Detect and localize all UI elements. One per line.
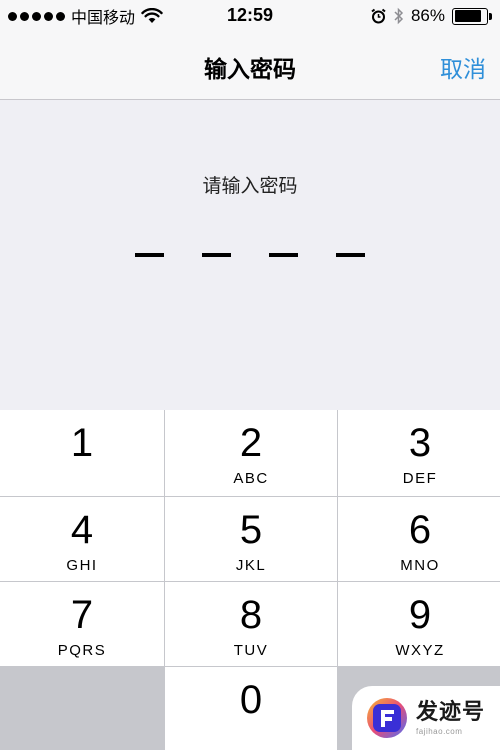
key-2[interactable]: 2 ABC [165,410,337,496]
key-digit: 3 [408,421,432,465]
watermark-subtext: fajihao.com [416,726,463,736]
passcode-slot [269,253,298,257]
key-digit: 5 [239,508,263,552]
passcode-slot [202,253,231,257]
key-0[interactable]: 0 [165,667,337,750]
battery-icon [452,7,492,25]
passcode-slots [0,253,500,257]
key-letters: GHI [66,557,98,574]
page-title: 输入密码 [204,57,296,83]
keypad-blank [0,667,164,750]
key-digit: 2 [239,421,263,465]
passcode-slot [135,253,164,257]
key-4[interactable]: 4 GHI [0,497,164,581]
key-digit: 0 [239,678,263,722]
cancel-button[interactable]: 取消 [440,50,486,84]
passcode-area: 请输入密码 [0,101,500,410]
battery-fill [454,10,482,22]
key-7[interactable]: 7 PQRS [0,582,164,666]
key-3[interactable]: 3 DEF [338,410,500,496]
alarm-icon [371,8,386,24]
passcode-prompt: 请输入密码 [202,175,298,197]
key-8[interactable]: 8 TUV [165,582,337,666]
key-digit: 8 [239,593,263,637]
watermark: 发迹号 fajihao.com [352,686,500,750]
key-letters: JKL [235,557,267,574]
key-letters: ABC [233,470,269,487]
key-digit: 4 [70,508,94,552]
nav-bar: 输入密码 取消 [0,32,500,100]
battery-body [452,7,488,25]
key-letters: WXYZ [395,642,445,659]
key-digit: 9 [408,593,432,637]
status-right: 86% [371,6,492,26]
bluetooth-icon [394,7,404,25]
fajihao-logo-icon [367,698,407,738]
key-letters: MNO [400,557,440,574]
watermark-text: 发迹号 [416,699,486,725]
battery-percent: 86% [410,6,445,25]
key-letters: PQRS [57,642,107,659]
key-1[interactable]: 1 [0,410,164,496]
key-letters: TUV [233,642,269,659]
key-9[interactable]: 9 WXYZ [338,582,500,666]
key-digit: 1 [70,421,94,465]
battery-tip [489,12,492,20]
key-6[interactable]: 6 MNO [338,497,500,581]
key-letters: DEF [402,470,438,487]
watermark-text-group: 发迹号 fajihao.com [416,699,486,736]
key-5[interactable]: 5 JKL [165,497,337,581]
passcode-slot [336,253,365,257]
key-digit: 7 [70,593,94,637]
status-bar: 中国移动 12:59 86% [0,0,500,32]
key-digit: 6 [408,508,432,552]
